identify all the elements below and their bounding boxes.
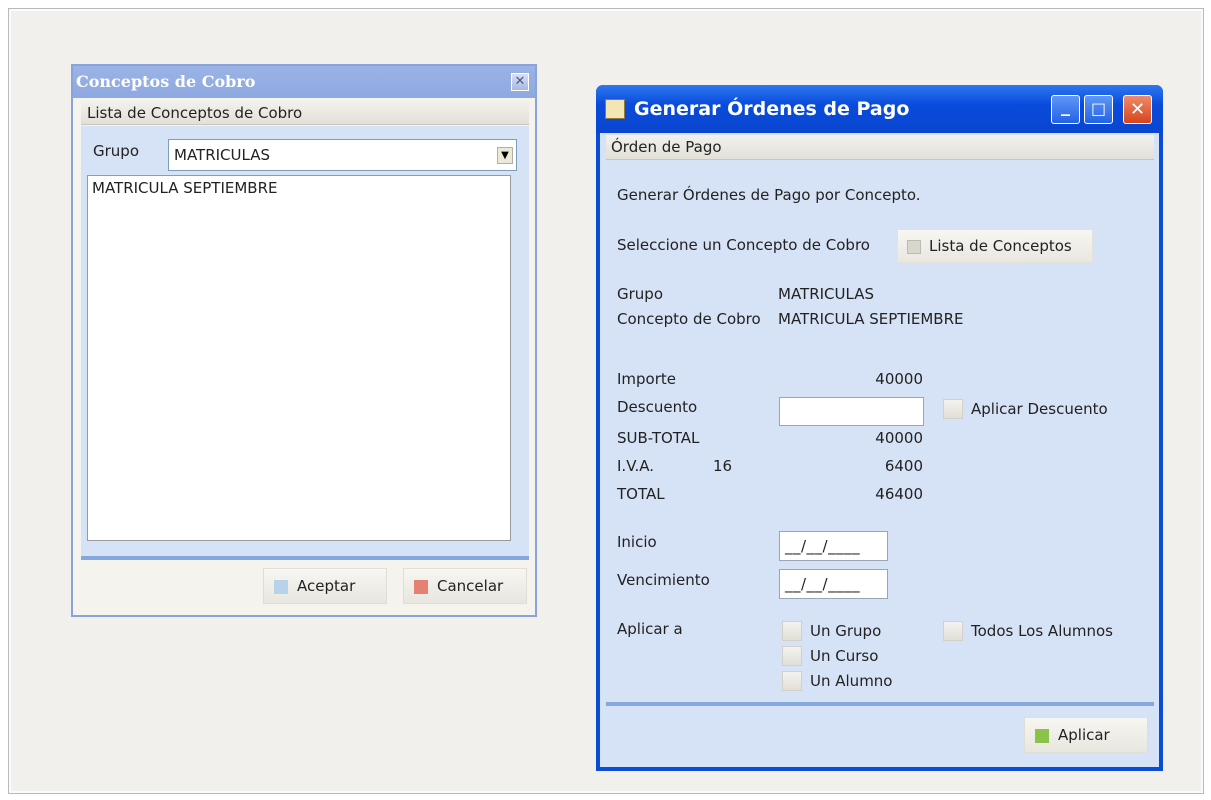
un-alumno-label: Un Alumno — [810, 672, 893, 690]
iva-rate: 16 — [713, 457, 733, 475]
total-value: 46400 — [875, 485, 923, 503]
concepto-label: Concepto de Cobro — [617, 310, 761, 328]
orden-dialog-title: Generar Órdenes de Pago — [634, 98, 910, 120]
grupo-label: Grupo — [617, 285, 663, 303]
vencimiento-label: Vencimiento — [617, 571, 710, 589]
importe-value: 40000 — [875, 370, 923, 388]
section-title: Órden de Pago — [606, 135, 1154, 160]
conceptos-dialog-title: Conceptos de Cobro — [76, 72, 256, 91]
iva-value: 6400 — [884, 457, 923, 475]
orden-pago-dialog: Generar Órdenes de Pago _ □ ✕ Órden de P… — [596, 85, 1163, 771]
concepto-value: MATRICULA SEPTIEMBRE — [778, 310, 964, 328]
cancel-icon — [414, 580, 428, 594]
list-icon — [907, 240, 921, 254]
un-alumno-checkbox[interactable] — [782, 671, 802, 691]
orden-titlebar[interactable]: Generar Órdenes de Pago _ □ ✕ — [596, 85, 1163, 133]
aplicar-descuento-checkbox[interactable] — [943, 399, 963, 419]
aceptar-label: Aceptar — [297, 577, 356, 595]
orden-body: Órden de Pago Generar Órdenes de Pago po… — [600, 133, 1159, 767]
cancelar-button[interactable]: Cancelar — [403, 568, 527, 604]
select-prompt: Seleccione un Concepto de Cobro — [617, 236, 870, 254]
importe-label: Importe — [617, 370, 677, 388]
lista-conceptos-button[interactable]: Lista de Conceptos — [897, 229, 1093, 263]
inicio-label: Inicio — [617, 533, 657, 551]
un-curso-label: Un Curso — [810, 647, 879, 665]
grupo-label: Grupo — [93, 142, 139, 160]
iva-label: I.V.A. — [617, 457, 655, 475]
aceptar-button[interactable]: Aceptar — [263, 568, 387, 604]
desktop-frame: Conceptos de Cobro ✕ Lista de Conceptos … — [8, 8, 1204, 794]
close-icon[interactable]: ✕ — [511, 73, 529, 91]
section-title: Lista de Conceptos de Cobro — [81, 101, 529, 125]
subtotal-label: SUB-TOTAL — [617, 429, 700, 447]
accept-icon — [274, 580, 288, 594]
inicio-date-input[interactable]: __/__/____ — [779, 531, 888, 561]
aplicar-a-label: Aplicar a — [617, 620, 683, 638]
app-icon — [605, 99, 625, 119]
un-grupo-checkbox[interactable] — [782, 621, 802, 641]
close-icon[interactable]: ✕ — [1123, 95, 1152, 124]
grupo-select-value: MATRICULAS — [174, 146, 270, 164]
total-label: TOTAL — [617, 485, 665, 503]
list-item[interactable]: MATRICULA SEPTIEMBRE — [88, 176, 510, 200]
aplicar-button[interactable]: Aplicar — [1024, 717, 1148, 753]
descuento-input[interactable] — [779, 397, 924, 426]
grupo-value: MATRICULAS — [778, 285, 874, 303]
apply-icon — [1035, 729, 1049, 743]
un-curso-checkbox[interactable] — [782, 646, 802, 666]
un-grupo-label: Un Grupo — [810, 622, 882, 640]
orden-footer: Aplicar — [606, 706, 1154, 762]
cancelar-label: Cancelar — [437, 577, 504, 595]
conceptos-titlebar[interactable]: Conceptos de Cobro ✕ — [73, 66, 535, 98]
chevron-down-icon[interactable]: ▼ — [497, 147, 513, 164]
subtotal-value: 40000 — [875, 429, 923, 447]
conceptos-list[interactable]: MATRICULA SEPTIEMBRE — [87, 175, 511, 541]
todos-alumnos-label: Todos Los Alumnos — [971, 622, 1113, 640]
todos-alumnos-checkbox[interactable] — [943, 621, 963, 641]
descuento-label: Descuento — [617, 398, 698, 416]
vencimiento-date-input[interactable]: __/__/____ — [779, 569, 888, 599]
lista-conceptos-label: Lista de Conceptos — [929, 237, 1072, 255]
maximize-icon[interactable]: □ — [1084, 95, 1113, 124]
minimize-icon[interactable]: _ — [1051, 95, 1080, 124]
intro-text: Generar Órdenes de Pago por Concepto. — [617, 186, 921, 204]
conceptos-footer: Aceptar Cancelar — [81, 560, 529, 614]
conceptos-dialog: Conceptos de Cobro ✕ Lista de Conceptos … — [71, 64, 537, 617]
aplicar-label: Aplicar — [1058, 726, 1110, 744]
grupo-select[interactable]: MATRICULAS ▼ — [168, 139, 517, 171]
aplicar-descuento-label: Aplicar Descuento — [971, 400, 1108, 418]
